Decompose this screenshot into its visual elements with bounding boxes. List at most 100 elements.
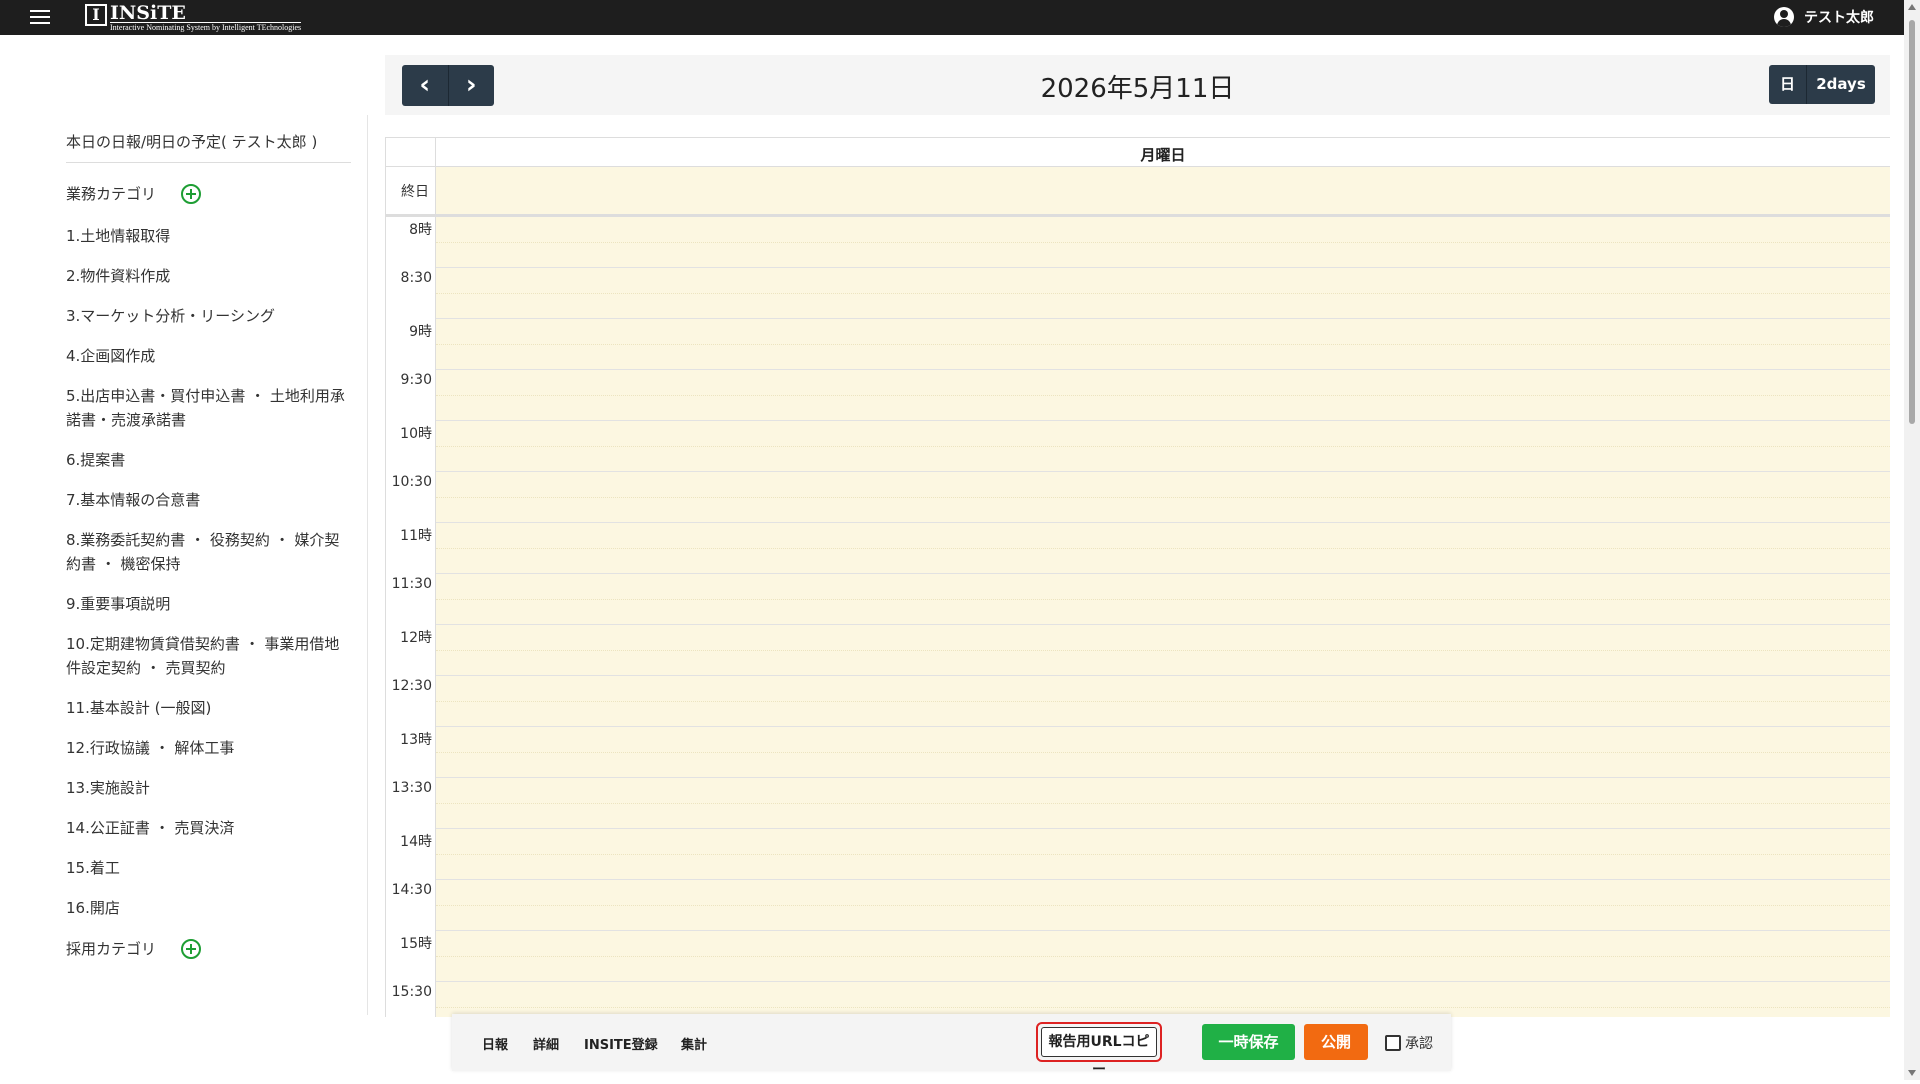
time-slot-cell[interactable] — [436, 727, 1890, 777]
time-slot-cell[interactable] — [436, 472, 1890, 522]
category-item[interactable]: 13.実施設計 — [66, 776, 351, 800]
time-slot-row: 14時 — [386, 829, 1890, 880]
page-scrollbar[interactable] — [1904, 0, 1920, 1080]
time-gutter: 13時 — [386, 727, 436, 778]
category-item[interactable]: 1.土地情報取得 — [66, 224, 351, 248]
time-slot-cell[interactable] — [436, 574, 1890, 624]
next-day-button[interactable]: › — [447, 65, 495, 106]
time-gutter: 9:30 — [386, 370, 436, 421]
allday-row: 終日 — [386, 167, 1890, 217]
scroll-up-arrow-icon[interactable] — [1908, 4, 1916, 10]
logo-mark: I — [85, 4, 107, 26]
time-slot-row: 10:30 — [386, 472, 1890, 523]
time-slot-row: 11時 — [386, 523, 1890, 574]
time-slot-cell[interactable] — [436, 676, 1890, 726]
category-item[interactable]: 2.物件資料作成 — [66, 264, 351, 288]
calendar-header: ‹ › 2026年5月11日 日 2days — [385, 55, 1890, 115]
category-item[interactable]: 15.着工 — [66, 856, 351, 880]
time-slot-row: 15時 — [386, 931, 1890, 982]
details-link[interactable]: 詳細 — [533, 1034, 559, 1053]
time-slots: 8時 8:30 9時 9:30 10時 10:30 11時 11:30 12時 12:30 13時 1… — [386, 217, 1890, 1017]
category-item[interactable]: 5.出店申込書・買付申込書 ・ 土地利用承諾書・売渡承諾書 — [66, 384, 351, 432]
time-slot-cell[interactable] — [436, 217, 1890, 267]
calendar-date-title: 2026年5月11日 — [1040, 74, 1235, 104]
time-gutter: 14:30 — [386, 880, 436, 931]
time-gutter: 12時 — [386, 625, 436, 676]
time-label: 14時 — [400, 834, 432, 850]
time-label: 15時 — [400, 936, 432, 952]
time-label: 10時 — [400, 426, 432, 442]
view-day-button[interactable]: 日 — [1769, 65, 1807, 104]
add-recruit-category-icon[interactable] — [181, 938, 202, 959]
allday-gutter: 終日 — [386, 167, 436, 214]
app-logo[interactable]: I INSiTE Interactive Nominating System b… — [85, 4, 302, 32]
view-toggle-group: 日 2days — [1769, 65, 1875, 104]
time-label: 11時 — [400, 528, 432, 544]
category-item[interactable]: 9.重要事項説明 — [66, 592, 351, 616]
category-item[interactable]: 16.開店 — [66, 896, 351, 920]
time-slot-cell[interactable] — [436, 625, 1890, 675]
view-2days-button[interactable]: 2days — [1807, 65, 1875, 104]
time-slot-cell[interactable] — [436, 421, 1890, 471]
time-slot-row: 10時 — [386, 421, 1890, 472]
calendar-grid: 月曜日 終日 8時 8:30 9時 9:30 10時 10:30 11時 11:30 12時 12… — [385, 137, 1890, 1017]
category-item[interactable]: 14.公正証書 ・ 売買決済 — [66, 816, 351, 840]
copy-report-url-button[interactable]: 報告用URLコピー — [1036, 1022, 1162, 1078]
time-gutter: 13:30 — [386, 778, 436, 829]
prev-day-button[interactable]: ‹ — [402, 65, 448, 106]
time-gutter-header — [386, 138, 436, 167]
time-slot-cell[interactable] — [436, 778, 1890, 828]
time-slot-cell[interactable] — [436, 880, 1890, 930]
time-label: 12:30 — [391, 678, 432, 694]
time-label: 12時 — [400, 630, 432, 646]
temp-save-button[interactable]: 一時保存 — [1202, 1024, 1295, 1060]
category-item[interactable]: 7.基本情報の合意書 — [66, 488, 351, 512]
time-slot-cell[interactable] — [436, 319, 1890, 369]
time-slot-row: 9時 — [386, 319, 1890, 370]
time-gutter: 8:30 — [386, 268, 436, 319]
approve-label: 承認 — [1405, 1036, 1433, 1052]
date-nav-group: ‹ › — [402, 65, 494, 106]
time-gutter: 12:30 — [386, 676, 436, 727]
approve-checkbox[interactable]: 承認 — [1385, 1033, 1433, 1053]
scroll-down-arrow-icon[interactable] — [1908, 1070, 1916, 1076]
time-slot-row: 9:30 — [386, 370, 1890, 421]
time-slot-cell[interactable] — [436, 982, 1890, 1017]
add-business-category-icon[interactable] — [181, 183, 202, 204]
time-slot-row: 13:30 — [386, 778, 1890, 829]
time-slot-cell[interactable] — [436, 931, 1890, 981]
user-menu[interactable]: テスト太郎 — [1774, 7, 1874, 27]
category-item[interactable]: 3.マーケット分析・リーシング — [66, 304, 351, 328]
time-label: 13時 — [400, 732, 432, 748]
category-item[interactable]: 10.定期建物賃貸借契約書 ・ 事業用借地件設定契約 ・ 売買契約 — [66, 632, 351, 680]
time-slot-cell[interactable] — [436, 268, 1890, 318]
time-slot-cell[interactable] — [436, 829, 1890, 879]
allday-cell[interactable] — [436, 167, 1890, 214]
top-bar: I INSiTE Interactive Nominating System b… — [0, 0, 1904, 35]
time-gutter: 10時 — [386, 421, 436, 472]
scroll-thumb[interactable] — [1909, 20, 1915, 424]
publish-button[interactable]: 公開 — [1304, 1024, 1368, 1060]
time-gutter: 15:30 — [386, 982, 436, 1017]
category-item[interactable]: 6.提案書 — [66, 448, 351, 472]
time-slot-row: 12:30 — [386, 676, 1890, 727]
time-label: 8:30 — [400, 270, 432, 286]
category-item[interactable]: 4.企画図作成 — [66, 344, 351, 368]
insite-register-link[interactable]: INSITE登録 — [584, 1034, 658, 1053]
category-item[interactable]: 8.業務委託契約書 ・ 役務契約 ・ 媒介契約書 ・ 機密保持 — [66, 528, 351, 576]
summary-link[interactable]: 集計 — [681, 1034, 707, 1053]
time-gutter: 15時 — [386, 931, 436, 982]
time-label: 13:30 — [391, 780, 432, 796]
logo-subtitle: Interactive Nominating System by Intelli… — [110, 22, 302, 32]
menu-icon[interactable] — [30, 10, 50, 25]
category-item[interactable]: 11.基本設計 (一般図) — [66, 696, 351, 720]
time-slot-row: 8:30 — [386, 268, 1890, 319]
sidebar-title: 本日の日報/明日の予定( テスト太郎 ) — [66, 115, 351, 163]
time-gutter: 11:30 — [386, 574, 436, 625]
time-slot-cell[interactable] — [436, 370, 1890, 420]
daily-report-link[interactable]: 日報 — [482, 1034, 508, 1053]
category-item[interactable]: 12.行政協議 ・ 解体工事 — [66, 736, 351, 760]
time-label: 14:30 — [391, 882, 432, 898]
time-slot-cell[interactable] — [436, 523, 1890, 573]
category-sidebar: 本日の日報/明日の予定( テスト太郎 ) 業務カテゴリ 1.土地情報取得 2.物… — [50, 115, 368, 1015]
